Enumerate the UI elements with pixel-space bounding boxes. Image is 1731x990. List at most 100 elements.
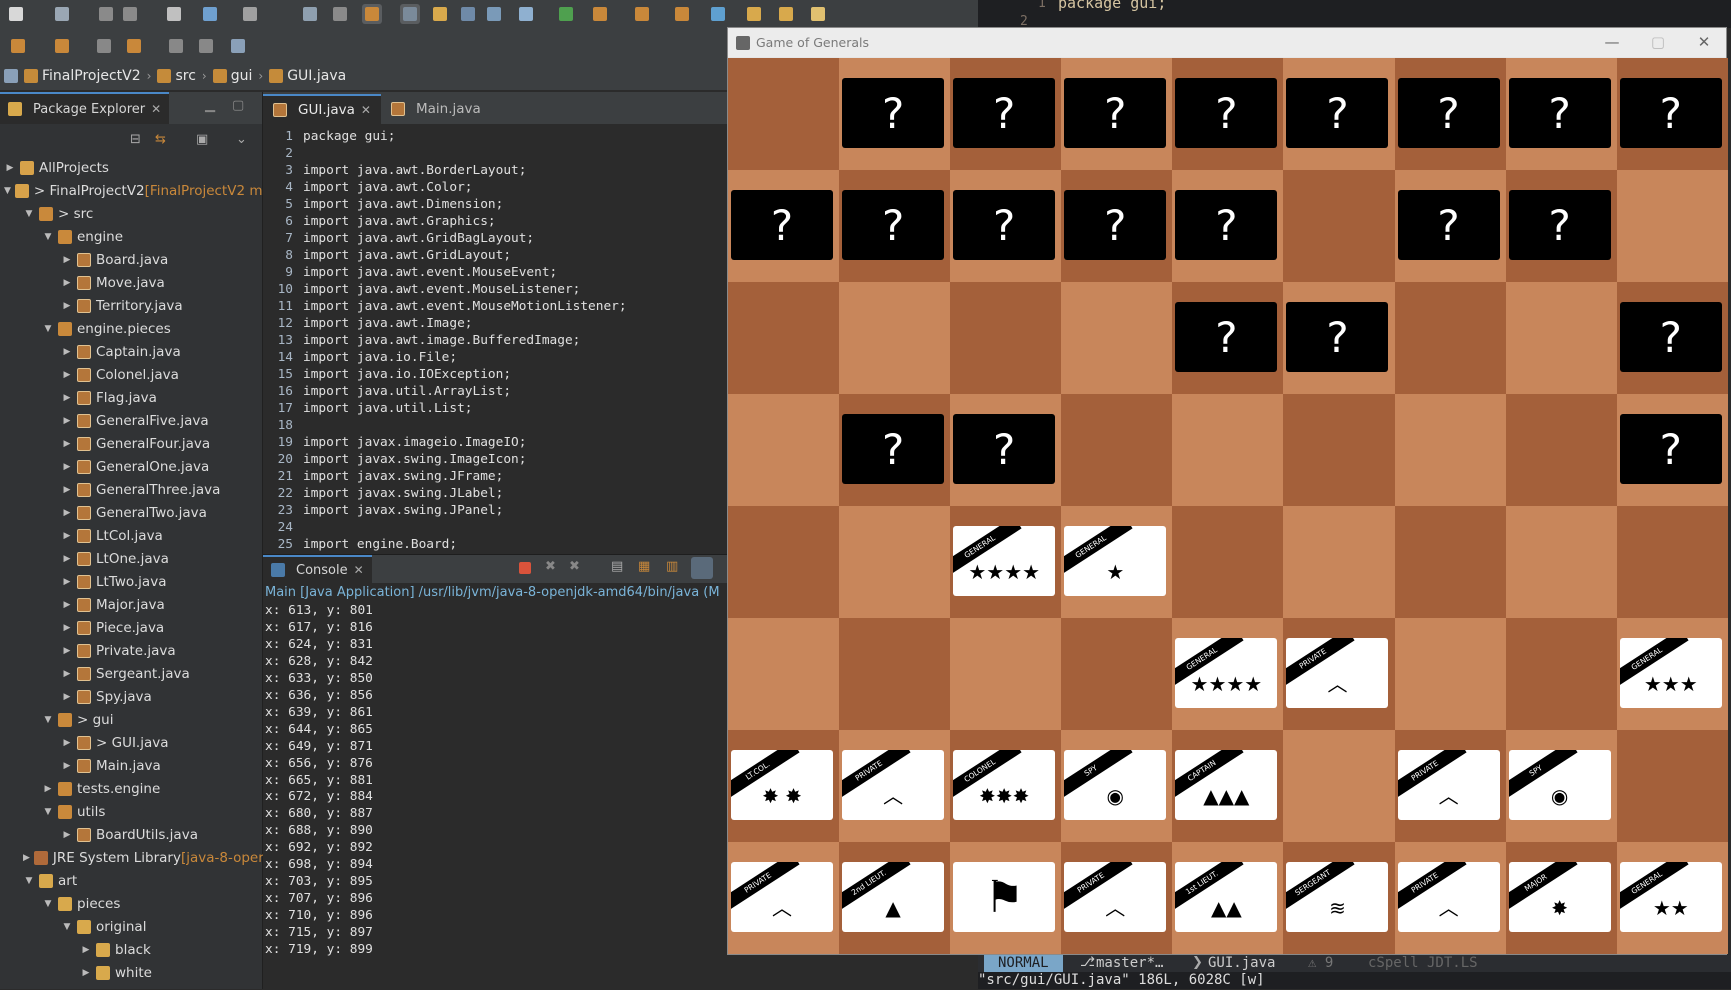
board-square[interactable]: ? [1616, 282, 1728, 394]
piece-card[interactable]: PRIVATE ︿ [731, 862, 833, 932]
tree-item[interactable]: ▶ GeneralThree.java [0, 478, 262, 501]
close-icon[interactable]: ✕ [151, 102, 161, 116]
hidden-piece[interactable]: ? [1175, 302, 1278, 372]
tree-item[interactable]: ▶ BoardUtils.java [0, 823, 262, 846]
board-square[interactable]: GENERAL ★★★ [1616, 618, 1728, 730]
breadcrumb-item[interactable]: gui [212, 68, 252, 84]
chevron-right-icon[interactable]: ▶ [61, 393, 73, 403]
chevron-right-icon[interactable]: ▶ [61, 554, 73, 564]
board-square[interactable]: GENERAL ★★ [1616, 842, 1728, 954]
hidden-piece[interactable]: ? [842, 414, 945, 484]
board-square[interactable] [839, 506, 951, 618]
chevron-down-icon[interactable]: ▼ [4, 186, 11, 196]
tree-item[interactable]: ▼ > FinalProjectV2 [FinalProjectV2 m [0, 179, 263, 202]
nav-button[interactable] [52, 36, 72, 56]
board-square[interactable]: ? [1172, 58, 1284, 170]
board-square[interactable]: ? [950, 394, 1062, 506]
tree-item[interactable]: ▶ Main.java [0, 754, 262, 777]
piece-card[interactable]: GENERAL ★ [1064, 526, 1167, 596]
board-square[interactable] [1061, 394, 1173, 506]
terminate-icon[interactable] [519, 562, 531, 574]
toolbar-button[interactable] [708, 4, 728, 24]
piece-card[interactable]: PRIVATE ︿ [1286, 638, 1389, 708]
toolbar-button[interactable] [516, 4, 536, 24]
piece-card[interactable]: SPY ◉ [1508, 750, 1611, 820]
hidden-piece[interactable]: ? [842, 78, 945, 148]
focus-icon[interactable]: ▣ [196, 132, 208, 147]
nav-button[interactable] [124, 36, 144, 56]
toolbar-button[interactable] [330, 4, 350, 24]
piece-card[interactable]: PRIVATE ︿ [1064, 862, 1167, 932]
chevron-right-icon[interactable]: ▶ [80, 945, 92, 955]
hidden-piece[interactable]: ? [1064, 190, 1167, 260]
board-square[interactable]: ? [1616, 394, 1728, 506]
tree-item[interactable]: ▼ engine.pieces [0, 317, 262, 340]
hidden-piece[interactable]: ? [1508, 190, 1611, 260]
toolbar-button[interactable] [672, 4, 692, 24]
chevron-right-icon[interactable]: ▶ [61, 646, 73, 656]
board-square[interactable] [839, 618, 951, 730]
tree-item[interactable]: ▶ GeneralFour.java [0, 432, 262, 455]
tree-item[interactable]: ▶ tests.engine [0, 777, 262, 800]
toolbar-button[interactable] [164, 4, 184, 24]
board-square[interactable]: ? [1283, 282, 1395, 394]
hidden-piece[interactable]: ? [1397, 190, 1500, 260]
tree-item[interactable]: ▶ black [0, 938, 262, 961]
toolbar-button[interactable] [776, 4, 796, 24]
chevron-right-icon[interactable]: ▶ [61, 531, 73, 541]
board-square[interactable] [728, 394, 840, 506]
board-square[interactable]: GENERAL ★★★★ [950, 506, 1062, 618]
board-square[interactable]: ? [839, 394, 951, 506]
chevron-right-icon[interactable]: ▶ [61, 669, 73, 679]
hidden-piece[interactable]: ? [1619, 78, 1722, 148]
board-square[interactable] [1394, 618, 1506, 730]
hidden-piece[interactable]: ? [1619, 414, 1722, 484]
chevron-right-icon[interactable]: ▶ [61, 462, 73, 472]
piece-card[interactable]: GENERAL ★★★ [1619, 638, 1722, 708]
chevron-right-icon[interactable]: ▶ [61, 278, 73, 288]
toolbar-button[interactable] [744, 4, 764, 24]
board-square[interactable]: LT.COL. ✸ ✸ [728, 730, 840, 842]
chevron-down-icon[interactable]: ▼ [42, 899, 54, 909]
board-square[interactable]: ? [1172, 170, 1284, 282]
remove-all-icon[interactable]: ✖ [569, 559, 580, 574]
tab-console[interactable]: Console ✕ [263, 555, 372, 583]
chevron-down-icon[interactable]: ▼ [42, 232, 54, 242]
board-square[interactable]: ? [1394, 170, 1506, 282]
board-square[interactable]: ? [728, 170, 840, 282]
chevron-right-icon[interactable]: ▶ [61, 623, 73, 633]
tree-item[interactable]: ▼ pieces [0, 892, 262, 915]
board-square[interactable]: SERGEANT ≋ [1283, 842, 1395, 954]
chevron-right-icon[interactable]: ▶ [23, 853, 30, 863]
toolbar-button[interactable] [484, 4, 504, 24]
piece-card[interactable]: GENERAL ★★ [1619, 862, 1722, 932]
board-square[interactable]: ? [839, 170, 951, 282]
tree-item[interactable]: ▶ GeneralOne.java [0, 455, 262, 478]
chevron-right-icon[interactable]: ▶ [80, 968, 92, 978]
toolbar-button[interactable] [556, 4, 576, 24]
chevron-right-icon[interactable]: ▶ [61, 347, 73, 357]
chevron-right-icon[interactable]: ▶ [61, 485, 73, 495]
board-square[interactable]: ? [1505, 170, 1617, 282]
view-menu-icon[interactable]: ⌄ [236, 132, 247, 147]
nav-button[interactable] [196, 36, 216, 56]
hidden-piece[interactable]: ? [1175, 78, 1278, 148]
board-square[interactable] [1061, 282, 1173, 394]
chevron-right-icon[interactable]: ▶ [61, 738, 73, 748]
tree-item[interactable]: ▶ Major.java [0, 593, 262, 616]
tab-main-java[interactable]: Main.java [381, 94, 491, 124]
chevron-down-icon[interactable]: ▼ [61, 922, 73, 932]
tree-item[interactable]: ▶ > GUI.java [0, 731, 262, 754]
chevron-right-icon[interactable]: ▶ [61, 416, 73, 426]
chevron-right-icon[interactable]: ▶ [61, 577, 73, 587]
board-square[interactable] [1283, 394, 1395, 506]
toolbar-button[interactable] [400, 4, 420, 24]
board-square[interactable] [728, 282, 840, 394]
board-square[interactable]: SPY ◉ [1061, 730, 1173, 842]
board-square[interactable] [839, 282, 951, 394]
nav-button[interactable] [94, 36, 114, 56]
chevron-down-icon[interactable]: ▼ [42, 324, 54, 334]
hidden-piece[interactable]: ? [731, 190, 833, 260]
board-square[interactable] [1394, 282, 1506, 394]
board-square[interactable]: PRIVATE ︿ [1061, 842, 1173, 954]
